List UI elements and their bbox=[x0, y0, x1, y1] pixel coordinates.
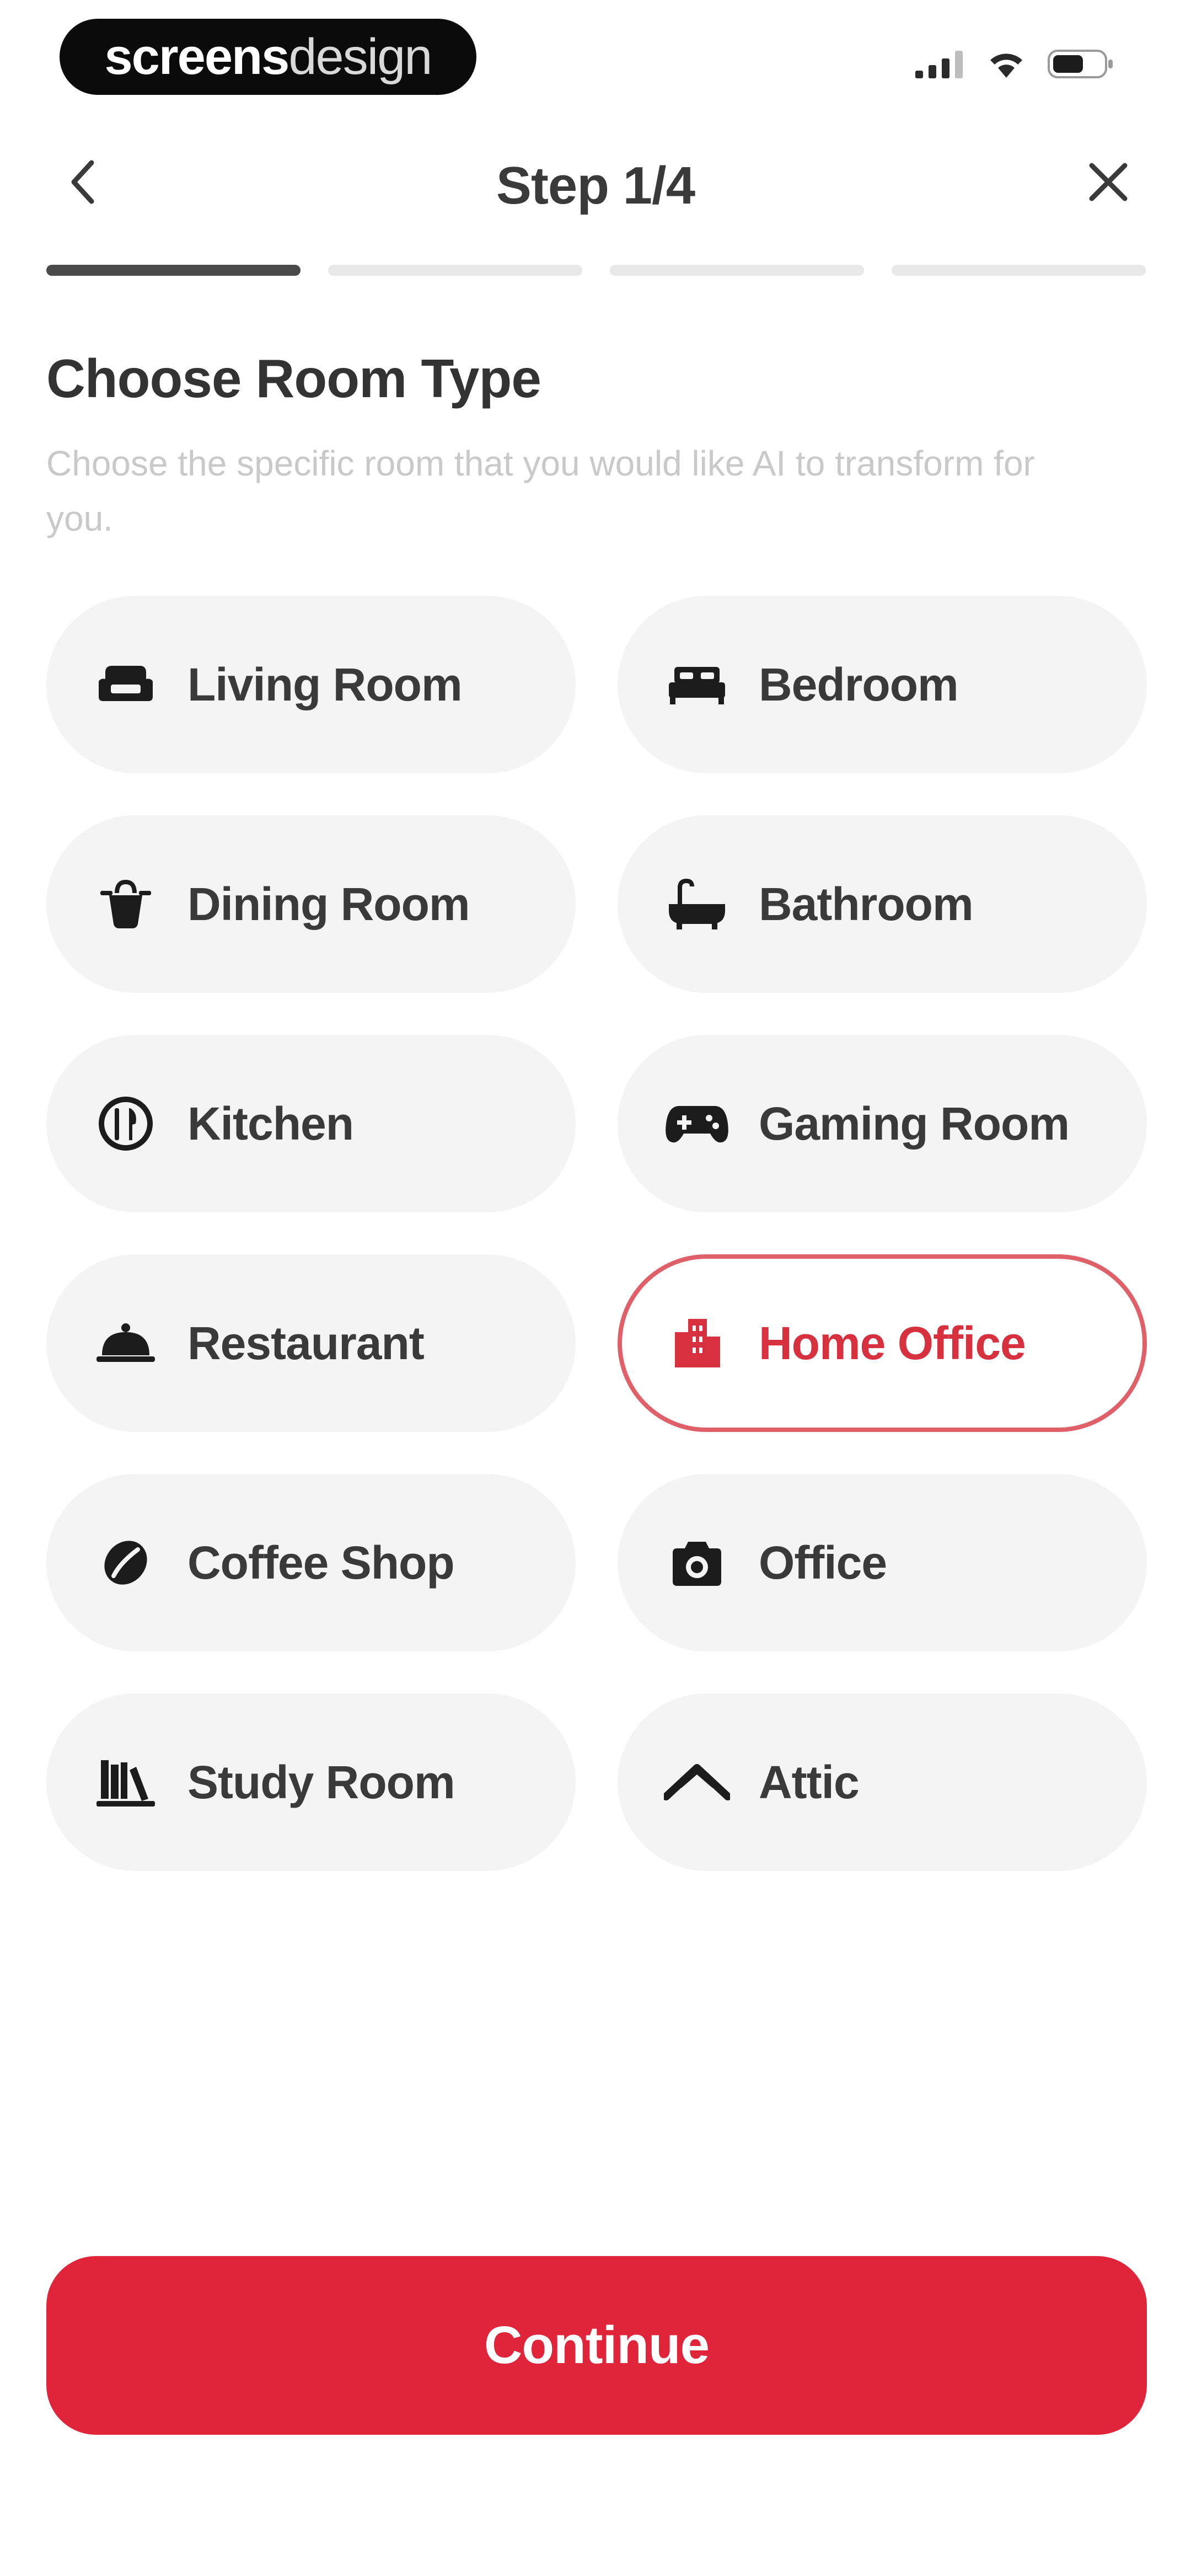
kitchen-icon bbox=[93, 1091, 159, 1157]
bed-icon bbox=[664, 651, 730, 718]
page-subtitle: Choose the specific room that you would … bbox=[46, 443, 1035, 538]
room-label: Attic bbox=[759, 1756, 860, 1808]
status-bar: screens design bbox=[0, 0, 1191, 110]
brand-logo: screens design bbox=[60, 19, 476, 95]
brand-logo-light: design bbox=[288, 28, 432, 85]
room-option-kitchen[interactable]: Kitchen bbox=[46, 1035, 576, 1212]
dining-icon bbox=[93, 871, 159, 937]
camera-icon bbox=[664, 1530, 730, 1596]
progress-segment-3 bbox=[610, 265, 864, 276]
roof-icon bbox=[664, 1749, 730, 1815]
brand-logo-bold: screens bbox=[104, 28, 290, 85]
room-label: Dining Room bbox=[187, 878, 470, 930]
progress-segment-1 bbox=[46, 265, 301, 276]
sofa-icon bbox=[93, 651, 159, 718]
room-option-dining-room[interactable]: Dining Room bbox=[46, 815, 576, 993]
screen: screens design Step 1/4 Choose Room Type… bbox=[0, 0, 1191, 2576]
room-option-gaming-room[interactable]: Gaming Room bbox=[618, 1035, 1147, 1212]
close-button[interactable] bbox=[1075, 149, 1141, 215]
step-title: Step 1/4 bbox=[496, 156, 695, 215]
room-option-study-room[interactable]: Study Room bbox=[46, 1693, 576, 1871]
continue-button[interactable]: Continue bbox=[46, 2256, 1147, 2435]
building-icon bbox=[664, 1310, 730, 1376]
room-type-grid: Living Room Bedroom Dining Room Bathroom bbox=[46, 596, 1147, 1871]
room-label: Study Room bbox=[187, 1756, 455, 1808]
room-option-restaurant[interactable]: Restaurant bbox=[46, 1254, 576, 1432]
room-label: Office bbox=[759, 1536, 887, 1589]
wifi-icon bbox=[987, 49, 1026, 82]
gamepad-icon bbox=[664, 1091, 730, 1157]
room-label: Kitchen bbox=[187, 1097, 354, 1150]
coffee-bean-icon bbox=[93, 1530, 159, 1596]
books-icon bbox=[93, 1749, 159, 1815]
room-label: Living Room bbox=[187, 658, 463, 710]
close-icon bbox=[1089, 163, 1128, 201]
signal-icon bbox=[915, 50, 965, 81]
progress-segment-4 bbox=[892, 265, 1146, 276]
room-label: Bedroom bbox=[759, 658, 959, 710]
battery-icon bbox=[1048, 49, 1114, 82]
room-label: Bathroom bbox=[759, 878, 974, 930]
page-title: Choose Room Type bbox=[46, 348, 541, 409]
header: Step 1/4 bbox=[0, 127, 1191, 254]
room-option-attic[interactable]: Attic bbox=[618, 1693, 1147, 1871]
room-option-living-room[interactable]: Living Room bbox=[46, 596, 576, 773]
room-label: Gaming Room bbox=[759, 1097, 1070, 1150]
step-progress bbox=[46, 265, 1146, 276]
room-option-office[interactable]: Office bbox=[618, 1474, 1147, 1652]
room-label: Coffee Shop bbox=[187, 1536, 455, 1589]
room-label: Restaurant bbox=[187, 1317, 425, 1369]
bathtub-icon bbox=[664, 871, 730, 937]
cloche-icon bbox=[93, 1310, 159, 1376]
room-option-bedroom[interactable]: Bedroom bbox=[618, 596, 1147, 773]
room-option-bathroom[interactable]: Bathroom bbox=[618, 815, 1147, 993]
progress-segment-2 bbox=[328, 265, 582, 276]
room-label: Home Office bbox=[759, 1317, 1026, 1369]
room-option-coffee-shop[interactable]: Coffee Shop bbox=[46, 1474, 576, 1652]
status-icons bbox=[915, 49, 1114, 82]
room-option-home-office[interactable]: Home Office bbox=[618, 1254, 1147, 1432]
